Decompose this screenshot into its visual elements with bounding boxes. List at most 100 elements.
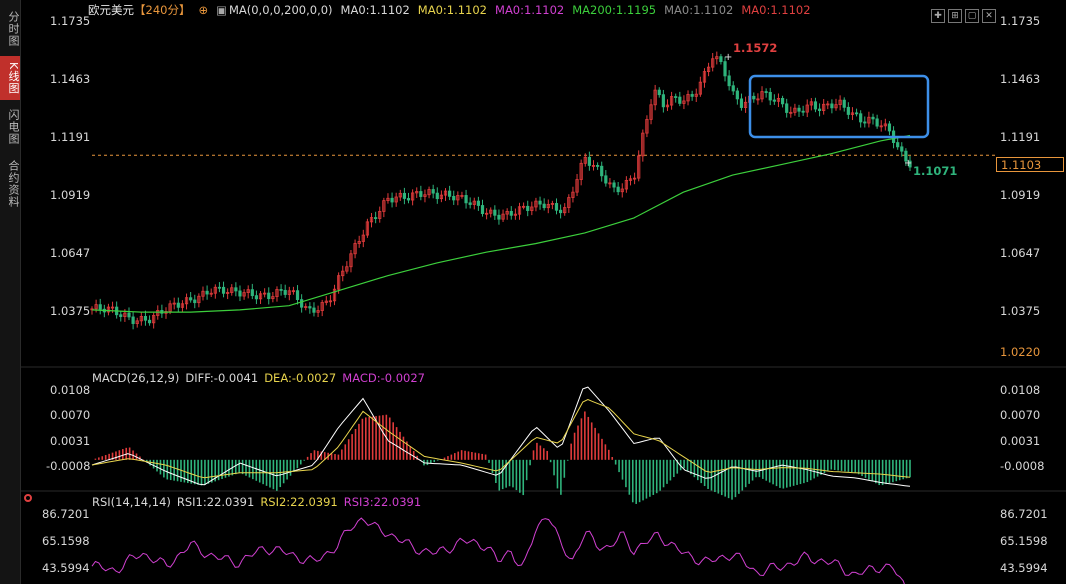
candle-down — [612, 182, 616, 188]
price-axis-right-1: 1.1463 — [1000, 72, 1041, 86]
candle-down — [312, 307, 316, 313]
candle-down — [595, 165, 600, 167]
candle-down — [189, 297, 193, 301]
candle-down — [143, 316, 148, 321]
macd-axis-left-2: 0.0031 — [50, 434, 91, 448]
candle-down — [604, 175, 608, 184]
candle-down — [193, 299, 197, 304]
candle-down — [900, 146, 904, 152]
macd-axis-left-3: -0.0008 — [46, 459, 91, 473]
candle-down — [419, 191, 423, 197]
candle-down — [464, 195, 468, 204]
candle-down — [205, 290, 209, 295]
candle-down — [719, 56, 723, 63]
candle-down — [267, 292, 271, 300]
candle-down — [764, 91, 768, 93]
current-price-tag: 1.1103 — [996, 157, 1064, 172]
candle-down — [452, 195, 456, 201]
candle-down — [875, 118, 879, 127]
candle-down — [308, 306, 312, 309]
price-axis-right-5: 1.0375 — [1000, 304, 1041, 318]
candle-down — [234, 287, 238, 292]
candle-down — [476, 200, 480, 206]
candle-down — [690, 94, 694, 97]
candle-down — [863, 121, 867, 124]
candle-down — [813, 101, 818, 110]
macd-axis-left-0: 0.0108 — [50, 383, 91, 397]
candle-down — [283, 289, 287, 295]
candle-down — [402, 192, 407, 199]
candle-down — [587, 156, 591, 166]
candle-down — [221, 286, 226, 294]
candle-down — [559, 209, 563, 214]
candle-down — [542, 203, 546, 209]
candle-down — [817, 108, 822, 111]
candle-down — [739, 98, 744, 108]
price-axis-left-2: 1.1191 — [50, 130, 91, 144]
candle-down — [678, 96, 682, 104]
candle-down — [435, 192, 439, 200]
price-axis-right-0: 1.1735 — [1000, 14, 1041, 28]
macd-axis-right-3: -0.0008 — [1000, 459, 1045, 473]
price-axis-left-1: 1.1463 — [50, 72, 91, 86]
candle-down — [616, 186, 620, 193]
candle-down — [772, 99, 776, 102]
candle-down — [600, 165, 604, 177]
candle-down — [250, 289, 254, 297]
candle-down — [98, 304, 102, 310]
candle-down — [854, 112, 859, 115]
price-axis-left-5: 1.0375 — [50, 304, 91, 318]
candle-down — [119, 314, 123, 317]
candle-down — [538, 200, 542, 205]
macd-axis-right-0: 0.0108 — [1000, 383, 1041, 397]
candle-down — [300, 299, 304, 308]
candle-down — [254, 295, 259, 300]
candle-down — [390, 197, 394, 203]
candle-down — [468, 202, 472, 205]
candle-down — [448, 190, 452, 197]
candle-down — [871, 116, 875, 120]
macd-axis-right-1: 0.0070 — [1000, 408, 1041, 422]
candle-down — [554, 203, 559, 211]
price-axis-right-3: 1.0919 — [1000, 188, 1041, 202]
candle-down — [497, 214, 501, 220]
candle-down — [896, 142, 900, 148]
candle-down — [127, 312, 131, 318]
candle-down — [493, 209, 497, 216]
candle-down — [752, 95, 756, 100]
chart-svg: ++ — [20, 51, 1066, 584]
candle-down — [797, 107, 801, 112]
candle-down — [731, 85, 735, 92]
candle-down — [661, 94, 665, 108]
chart-stage: 分时图 K线图 闪电图 合约资料 欧元美元【240分】 ⊕ ▣ MA(0,0,0,20… — [0, 0, 1066, 584]
low-price-tag: 1.0220 — [1000, 345, 1041, 359]
rsi-axis-left-1: 65.1598 — [42, 534, 90, 548]
price-axis-right-2: 1.1191 — [1000, 130, 1041, 144]
candle-down — [295, 290, 300, 300]
candle-down — [859, 113, 863, 123]
high-label: 1.1572 — [733, 41, 778, 55]
high-marker: + — [724, 52, 732, 63]
candle-down — [674, 96, 678, 98]
candle-down — [780, 97, 785, 105]
highlight-box — [748, 74, 930, 139]
rsi-axis-right-0: 86.7201 — [1000, 507, 1048, 521]
candle-down — [279, 289, 283, 291]
rsi-line — [91, 517, 905, 584]
rsi-axis-left-2: 43.5994 — [42, 561, 90, 575]
candle-down — [431, 189, 435, 194]
candle-down — [131, 316, 135, 324]
candle-down — [727, 75, 731, 87]
candle-down — [217, 286, 222, 289]
candle-down — [768, 91, 772, 101]
macd-axis-left-1: 0.0070 — [50, 408, 91, 422]
candle-down — [887, 123, 892, 132]
candle-down — [526, 205, 530, 211]
candle-down — [735, 90, 739, 100]
candle-down — [785, 103, 789, 113]
rsi-axis-left-0: 86.7201 — [42, 507, 90, 521]
candle-down — [723, 61, 727, 77]
candle-down — [509, 210, 513, 216]
candle-down — [830, 103, 834, 109]
candle-down — [801, 110, 805, 113]
